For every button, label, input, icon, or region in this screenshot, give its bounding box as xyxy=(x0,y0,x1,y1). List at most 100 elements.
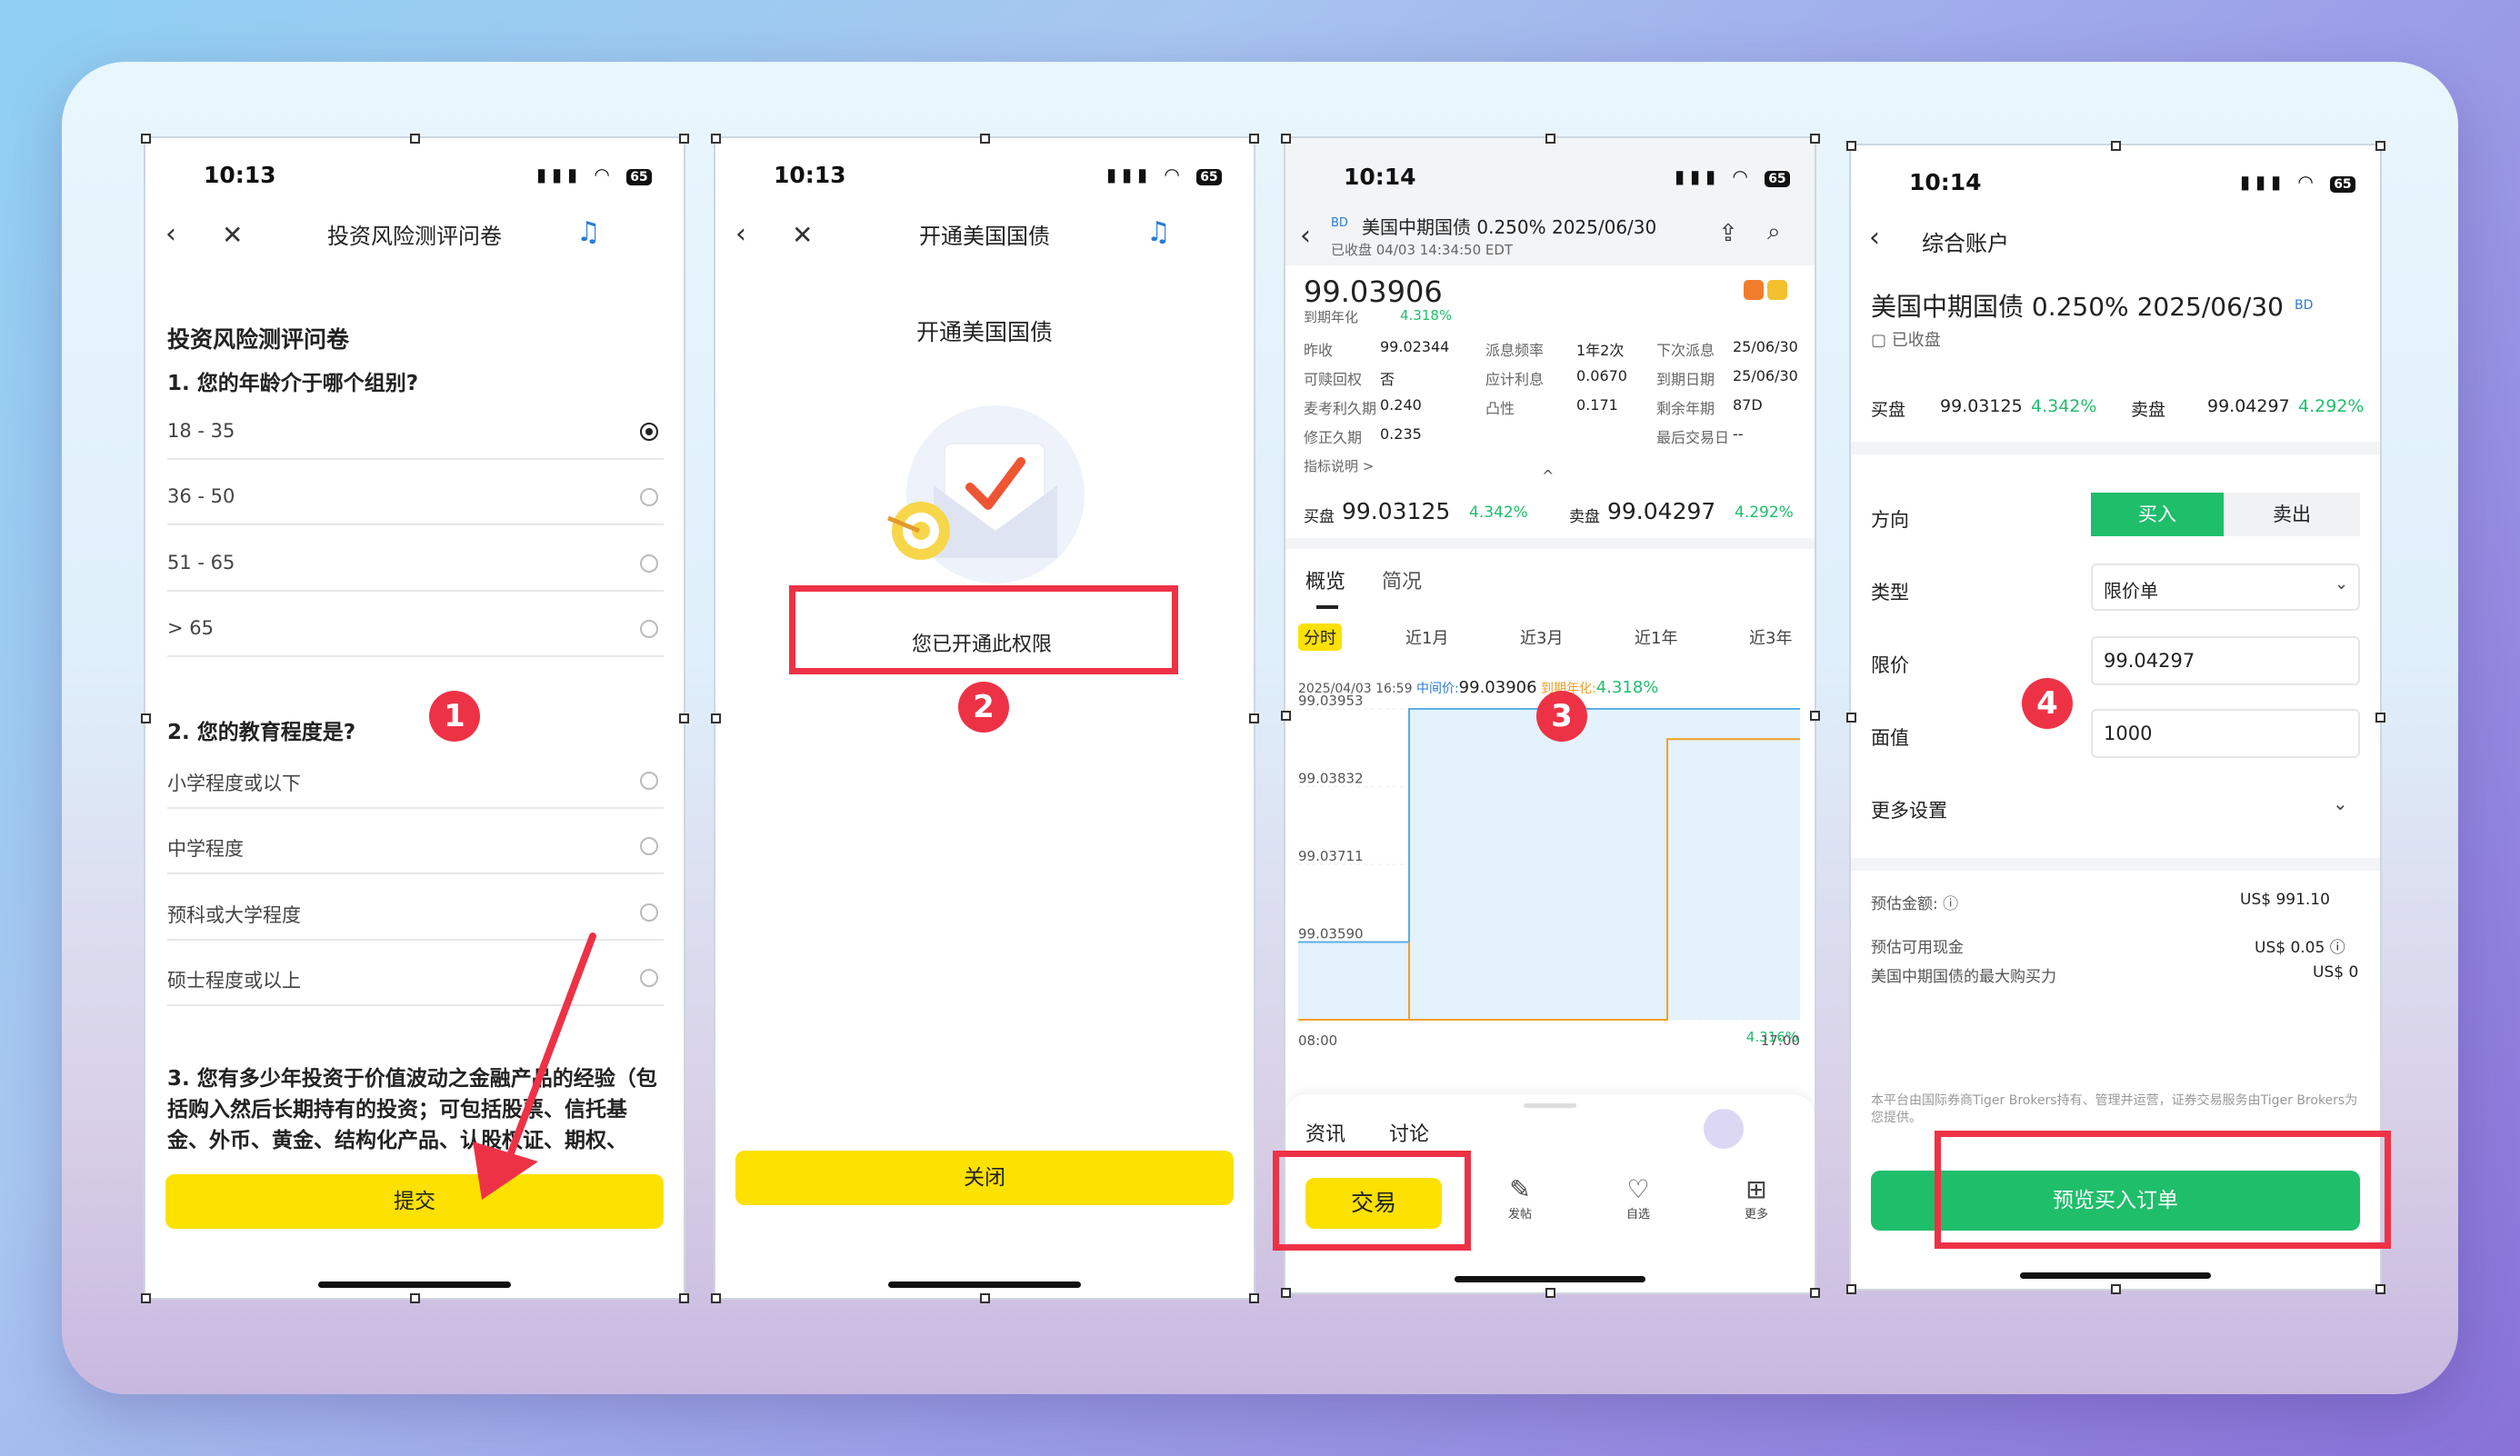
selection-handle[interactable] xyxy=(1545,134,1555,144)
info-icon[interactable]: ⓘ xyxy=(2330,939,2345,957)
back-icon[interactable]: ‹ xyxy=(1300,220,1311,252)
selection-handle[interactable] xyxy=(980,1293,990,1303)
selection-handle[interactable] xyxy=(2375,1284,2385,1294)
headset-icon[interactable]: ♫ xyxy=(576,216,601,248)
selection-handle[interactable] xyxy=(711,134,721,144)
close-button[interactable]: 关闭 xyxy=(735,1151,1234,1205)
tab-news[interactable]: 资讯 xyxy=(1305,1118,1345,1147)
tab-overview[interactable]: 概览 xyxy=(1305,565,1345,594)
sell-toggle[interactable]: 卖出 xyxy=(2224,493,2360,536)
selection-handle[interactable] xyxy=(1810,1288,1820,1298)
selection-handle[interactable] xyxy=(1846,1284,1856,1294)
range-3m[interactable]: 近3月 xyxy=(1520,625,1563,649)
selection-handle[interactable] xyxy=(1545,1288,1555,1298)
option-label[interactable]: 硕士程度或以上 xyxy=(167,966,301,993)
limit-price-input[interactable]: 99.04297 xyxy=(2091,636,2360,685)
selection-handle[interactable] xyxy=(410,1293,420,1303)
selection-handle[interactable] xyxy=(679,713,689,723)
face-value-input[interactable]: 1000 xyxy=(2091,709,2360,758)
order-type-value: 限价单 xyxy=(2104,580,2158,602)
chevron-down-icon[interactable]: ⌄ xyxy=(2333,793,2348,814)
selection-handle[interactable] xyxy=(1249,1293,1259,1303)
radio[interactable] xyxy=(640,837,658,855)
selection-handle[interactable] xyxy=(2375,141,2385,151)
selection-handle[interactable] xyxy=(679,1293,689,1303)
radio[interactable] xyxy=(640,772,658,790)
selection-handle[interactable] xyxy=(1846,141,1856,151)
selection-handle[interactable] xyxy=(2375,713,2385,723)
selection-handle[interactable] xyxy=(679,134,689,144)
heart-icon: ♡ xyxy=(1626,1174,1650,1204)
step-badge-3: 3 xyxy=(1536,691,1587,742)
nav-post[interactable]: ✎ 发帖 xyxy=(1493,1174,1547,1222)
option-label[interactable]: 51 - 65 xyxy=(167,552,235,573)
tab-discussion[interactable]: 讨论 xyxy=(1389,1118,1429,1147)
collapse-icon[interactable]: ^ xyxy=(1542,467,1554,484)
stat-value: 25/06/30 xyxy=(1733,367,1798,384)
bid-yield: 4.342% xyxy=(1469,504,1528,522)
bd-tag: BD xyxy=(2295,298,2314,313)
status-icons: ▮▮▮ ◠ 65 xyxy=(2240,171,2355,193)
option-label[interactable]: 小学程度或以下 xyxy=(167,769,301,796)
question-1: 1. 您的年龄介于哪个组别? xyxy=(167,372,419,395)
back-icon[interactable]: ‹ xyxy=(1869,222,1880,254)
y-left-tick-label: 99.03953 xyxy=(1298,693,1364,709)
info-icon[interactable]: ⓘ xyxy=(1943,895,1958,913)
more-settings[interactable]: 更多设置 xyxy=(1871,796,1947,823)
share-icon[interactable]: ⇪ xyxy=(1718,220,1738,247)
range-3y[interactable]: 近3年 xyxy=(1749,625,1792,649)
radio-selected[interactable] xyxy=(640,423,658,441)
radio[interactable] xyxy=(640,554,658,573)
assistant-avatar-icon[interactable] xyxy=(1704,1109,1744,1149)
selection-handle[interactable] xyxy=(711,713,721,723)
radio[interactable] xyxy=(640,969,658,987)
selection-handle[interactable] xyxy=(1249,134,1259,144)
selection-handle[interactable] xyxy=(141,713,151,723)
highlight-box-trade xyxy=(1273,1151,1471,1251)
headset-icon[interactable]: ♫ xyxy=(1146,216,1171,248)
closed-status: ▢ 已收盘 xyxy=(1871,331,1941,350)
range-1m[interactable]: 近1月 xyxy=(1405,625,1448,649)
stat-value: 否 xyxy=(1380,371,1395,388)
range-intraday[interactable]: 分时 xyxy=(1298,623,1342,651)
order-type-select[interactable]: 限价单 ⌄ xyxy=(2091,563,2360,611)
buy-toggle[interactable]: 买入 xyxy=(2091,493,2224,536)
radio[interactable] xyxy=(640,488,658,506)
selection-handle[interactable] xyxy=(141,1293,151,1303)
ask-yield: 4.292% xyxy=(2298,396,2365,416)
ytm-label: 到期年化 xyxy=(1304,309,1359,325)
range-1y[interactable]: 近1年 xyxy=(1635,625,1677,649)
radio[interactable] xyxy=(640,903,658,922)
selection-handle[interactable] xyxy=(1810,711,1820,721)
selection-handle[interactable] xyxy=(141,134,151,144)
nav-more[interactable]: ⊞ 更多 xyxy=(1729,1174,1784,1222)
phone-screen-order: 10:14 ▮▮▮ ◠ 65 ‹ 综合账户 美国中期国债 0.250% 2025… xyxy=(1849,144,2382,1291)
nav-title[interactable]: 综合账户 xyxy=(1922,225,2009,257)
sheet-handle[interactable] xyxy=(1524,1103,1576,1108)
indicator-link[interactable]: 指标说明 > xyxy=(1304,456,1374,475)
selection-handle[interactable] xyxy=(1249,713,1259,723)
search-icon[interactable]: ⌕ xyxy=(1767,218,1781,246)
option-label[interactable]: > 65 xyxy=(167,617,214,639)
selection-handle[interactable] xyxy=(2111,141,2121,151)
selection-handle[interactable] xyxy=(711,1293,721,1303)
step-badge-4: 4 xyxy=(2022,678,2073,729)
option-label[interactable]: 中学程度 xyxy=(167,834,244,862)
nav-watchlist[interactable]: ♡ 自选 xyxy=(1611,1174,1665,1222)
selection-handle[interactable] xyxy=(980,134,990,144)
option-label[interactable]: 18 - 35 xyxy=(167,420,235,442)
tab-profile[interactable]: 简况 xyxy=(1382,565,1422,594)
radio[interactable] xyxy=(640,620,658,638)
ask-yield: 4.292% xyxy=(1735,504,1794,522)
stat-label: 派息频率 xyxy=(1485,342,1545,359)
selection-handle[interactable] xyxy=(1810,134,1820,144)
selection-handle[interactable] xyxy=(1281,711,1291,721)
selection-handle[interactable] xyxy=(1281,1288,1291,1298)
selection-handle[interactable] xyxy=(1846,713,1856,723)
selection-handle[interactable] xyxy=(2111,1284,2121,1294)
option-label[interactable]: 36 - 50 xyxy=(167,485,235,507)
selection-handle[interactable] xyxy=(1281,134,1291,144)
selection-handle[interactable] xyxy=(410,134,420,144)
status-time: 10:13 xyxy=(774,162,846,188)
option-label[interactable]: 预科或大学程度 xyxy=(167,901,301,928)
